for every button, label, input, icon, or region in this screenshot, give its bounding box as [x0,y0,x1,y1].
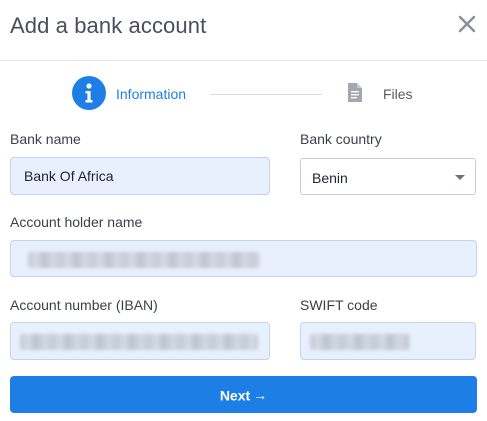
bank-country-label: Bank country [300,131,382,147]
dialog-header: Add a bank account [0,0,487,52]
next-label: Next [219,387,251,404]
close-icon[interactable] [456,13,478,35]
account-number-input[interactable] [10,322,270,360]
redacted-value [310,334,410,350]
dialog-title: Add a bank account [10,13,207,38]
chevron-down-icon [455,175,465,180]
bank-name-input[interactable] [10,157,270,195]
account-holder-label: Account holder name [10,214,143,230]
next-button[interactable]: Next → [10,376,477,413]
swift-code-input[interactable] [300,322,476,360]
redacted-value [20,334,258,350]
swift-code-label: SWIFT code [300,297,378,313]
info-icon[interactable] [72,76,106,110]
header-divider [0,60,487,61]
arrow-right-icon: → [253,387,268,404]
bank-country-select[interactable]: Benin [300,158,476,195]
redacted-value [28,252,260,268]
account-number-label: Account number (IBAN) [10,297,158,313]
step-information-label[interactable]: Information [116,86,186,102]
document-icon[interactable] [348,83,362,102]
stepper-connector [210,94,322,95]
bank-name-label: Bank name [10,131,81,147]
step-files-label[interactable]: Files [383,86,413,102]
account-holder-input[interactable] [10,240,477,277]
bank-country-value: Benin [312,170,348,186]
